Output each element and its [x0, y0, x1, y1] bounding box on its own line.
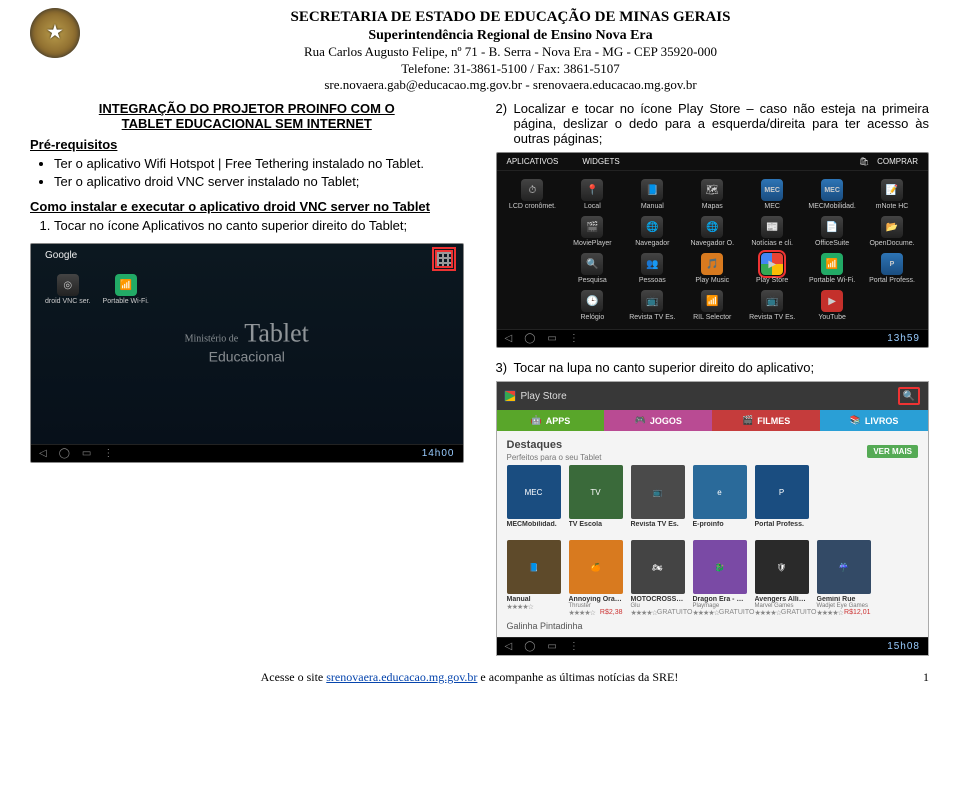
nav-icons: ◁◯▭⋮: [39, 448, 113, 459]
org-address: Rua Carlos Augusto Felipe, nº 71 - B. Se…: [92, 44, 929, 60]
screenshot-apps-drawer: APLICATIVOS WIDGETS 🛍COMPRAR ⏱LCD cronôm…: [496, 152, 930, 348]
android-navbar: ◁◯▭⋮ 15h08: [497, 637, 929, 655]
step-text: Tocar no ícone Aplicativos no canto supe…: [54, 218, 407, 233]
org-line-1: SECRETARIA DE ESTADO DE EDUCAÇÃO DE MINA…: [92, 8, 929, 27]
footer-link[interactable]: srenovaera.educacao.mg.gov.br: [326, 670, 477, 684]
prereq-list: Ter o aplicativo Wifi Hotspot | Free Tet…: [30, 156, 464, 189]
category-games: 🎮JOGOS: [604, 410, 712, 431]
play-store-categories: 🤖APPS 🎮JOGOS 🎬FILMES 📚LIVROS: [497, 410, 929, 431]
section-destaques: Destaques Perfeitos para o seu Tablet VE…: [497, 431, 929, 534]
category-apps: 🤖APPS: [497, 410, 605, 431]
clock: 14h00: [422, 448, 455, 459]
wallpaper-text: Ministério de Tablet Educacional: [185, 319, 309, 365]
prereq-item: Ter o aplicativo Wifi Hotspot | Free Tet…: [54, 156, 464, 171]
letterhead: SECRETARIA DE ESTADO DE EDUCAÇÃO DE MINA…: [30, 8, 929, 93]
apps-tabs: APLICATIVOS WIDGETS 🛍COMPRAR: [497, 153, 929, 171]
ver-mais-button: VER MAIS: [867, 445, 918, 458]
step-text: Tocar na lupa no canto superior direito …: [514, 360, 815, 375]
apps-button-highlight: [435, 250, 453, 268]
play-store-icon-highlight: ▶: [761, 253, 783, 275]
prereq-heading: Pré-requisitos: [30, 137, 117, 152]
android-navbar: ◁◯▭⋮ 14h00: [31, 444, 463, 462]
doc-title-line2: TABLET EDUCACIONAL SEM INTERNET: [122, 116, 372, 131]
play-store-title: Play Store: [521, 391, 567, 402]
play-store-logo-icon: [505, 391, 515, 401]
doc-title: INTEGRAÇÃO DO PROJETOR PROINFO COM O TAB…: [30, 101, 464, 131]
state-crest-icon: [30, 8, 80, 58]
section-apps-row: 📘Manual★★★★☆ 🍊Annoying Orange: Splatter …: [497, 534, 929, 637]
apps-icon-grid: ⏱LCD cronômet. 📍Local 📘Manual 🗺Mapas MEC…: [497, 171, 929, 329]
step-text: Localizar e tocar no ícone Play Store – …: [514, 101, 930, 146]
home-icon: 📶 Portable Wi-Fi.: [103, 274, 149, 305]
letterhead-text: SECRETARIA DE ESTADO DE EDUCAÇÃO DE MINA…: [92, 8, 929, 93]
steps-list: Tocar no ícone Aplicativos no canto supe…: [30, 218, 464, 233]
google-search-bar: Google: [45, 250, 77, 261]
howto-heading: Como instalar e executar o aplicativo dr…: [30, 199, 430, 214]
shop-link: 🛍COMPRAR: [859, 157, 918, 166]
org-line-2: Superintendência Regional de Ensino Nova…: [92, 27, 929, 45]
screenshot-play-store: Play Store 🔍 🤖APPS 🎮JOGOS 🎬FILMES 📚LIVRO…: [496, 381, 930, 656]
category-books: 📚LIVROS: [820, 410, 928, 431]
page-number: 1: [909, 670, 929, 685]
footer-before: Acesse o site: [261, 670, 327, 684]
home-icon: ◎ droid VNC ser.: [45, 274, 91, 305]
android-navbar: ◁◯▭⋮ 13h59: [497, 329, 929, 347]
category-movies: 🎬FILMES: [712, 410, 820, 431]
play-store-top-bar: Play Store 🔍: [497, 382, 929, 410]
tab-widgets: WIDGETS: [582, 157, 619, 166]
bottom-strip-title: Galinha Pintadinha: [507, 621, 919, 631]
org-contact: sre.novaera.gab@educacao.mg.gov.br - sre…: [92, 77, 929, 93]
page-footer: Acesse o site srenovaera.educacao.mg.gov…: [30, 670, 929, 685]
tab-aplicativos: APLICATIVOS: [507, 157, 559, 166]
screenshot-tablet-home: Google ◎ droid VNC ser. 📶 Portable Wi-Fi…: [30, 243, 464, 463]
footer-after: e acompanhe as últimas notícias da SRE!: [477, 670, 678, 684]
vnc-icon: ◎: [57, 274, 79, 296]
step-number: 3): [496, 360, 514, 375]
prereq-item: Ter o aplicativo droid VNC server instal…: [54, 174, 464, 189]
org-phone: Telefone: 31-3861-5100 / Fax: 3861-5107: [92, 61, 929, 77]
shop-icon: 🛍: [859, 157, 869, 166]
step-number: 2): [496, 101, 514, 146]
doc-title-line1: INTEGRAÇÃO DO PROJETOR PROINFO COM O: [99, 101, 395, 116]
search-icon-highlight: 🔍: [898, 387, 920, 405]
wifi-hotspot-icon: 📶: [115, 274, 137, 296]
